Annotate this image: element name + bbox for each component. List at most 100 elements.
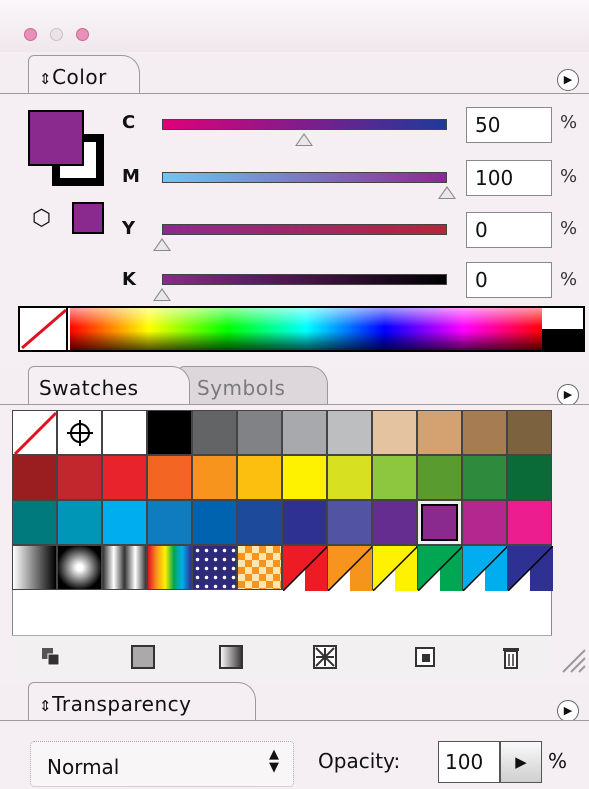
swatch[interactable]	[462, 410, 507, 455]
color-panel-tabrow: ⇕Color ▶	[0, 55, 589, 95]
web-safe-color-swatch[interactable]	[72, 202, 104, 234]
swatch[interactable]	[237, 410, 282, 455]
channel-y-slider[interactable]	[162, 224, 447, 235]
swatch-selected[interactable]	[417, 500, 462, 545]
minimize-button[interactable]	[50, 28, 63, 41]
swatch[interactable]	[12, 500, 57, 545]
transparency-panel-menu-button[interactable]: ▶	[557, 700, 579, 722]
swatch[interactable]	[417, 455, 462, 500]
swatch[interactable]	[147, 500, 192, 545]
cube-icon[interactable]: ⬡	[32, 206, 58, 232]
swatch[interactable]	[237, 500, 282, 545]
swatch[interactable]	[327, 500, 372, 545]
swatch-corner[interactable]	[462, 545, 508, 591]
new-swatch-icon[interactable]	[404, 642, 464, 672]
blend-mode-select[interactable]: Normal ▲ ▼	[30, 741, 294, 787]
channel-c-thumb[interactable]	[295, 133, 313, 146]
channel-c-unit: %	[560, 112, 578, 133]
opacity-slider-popup-button[interactable]: ▶	[500, 741, 542, 783]
swatch[interactable]	[327, 455, 372, 500]
show-pattern-swatches-icon[interactable]	[302, 642, 362, 672]
channel-y-input[interactable]: 0	[466, 212, 552, 248]
black-chip[interactable]	[542, 329, 583, 350]
swatch-gradient-rainbow[interactable]	[147, 545, 192, 590]
palette-window: ⇕Color ▶ ⬡ C 50 % M 100 % Y 0 % K 0 % Sy…	[0, 0, 589, 789]
close-button[interactable]	[24, 28, 37, 41]
swatch-corner[interactable]	[507, 545, 553, 591]
channel-c-label: C	[122, 112, 136, 133]
swatch[interactable]	[507, 455, 552, 500]
channel-k-thumb[interactable]	[153, 288, 171, 301]
swatch[interactable]	[57, 455, 102, 500]
title-bar	[0, 0, 589, 52]
swatch[interactable]	[417, 410, 462, 455]
channel-k-slider[interactable]	[162, 274, 447, 285]
swatch[interactable]	[102, 500, 147, 545]
swatches-bottom-bar	[12, 635, 586, 677]
swatch-pattern-stars[interactable]	[192, 545, 237, 590]
none-slash-icon	[21, 308, 67, 350]
swatch[interactable]	[282, 410, 327, 455]
swatch-none[interactable]	[12, 410, 58, 456]
fill-color-proxy[interactable]	[28, 110, 84, 166]
swatch-corner[interactable]	[417, 545, 463, 591]
swatch-corner[interactable]	[372, 545, 418, 591]
spectrum-gradient[interactable]	[70, 308, 542, 350]
swatch[interactable]	[192, 500, 237, 545]
show-gradient-swatches-icon[interactable]	[208, 642, 268, 672]
tab-swatches[interactable]: Swatches	[28, 366, 190, 404]
swatch[interactable]	[462, 500, 507, 545]
transparency-panel-tabrow: ⇕Transparency ▶	[0, 682, 589, 722]
swatch[interactable]	[282, 500, 327, 545]
opacity-input[interactable]: 100	[438, 741, 500, 783]
swatch[interactable]	[282, 455, 327, 500]
swatch-pattern-diamonds[interactable]	[237, 545, 282, 590]
channel-k-input[interactable]: 0	[466, 262, 552, 298]
none-color-box[interactable]	[20, 308, 68, 350]
swatch[interactable]	[102, 410, 147, 455]
swatch[interactable]	[462, 455, 507, 500]
transparency-panel: Normal ▲ ▼ Opacity: 100 ▶ %	[0, 720, 589, 789]
swatch-corner[interactable]	[282, 545, 328, 591]
swatch[interactable]	[507, 500, 552, 545]
swatch-libraries-icon[interactable]	[32, 642, 92, 672]
swatch-gradient-linear[interactable]	[12, 545, 57, 590]
tab-color[interactable]: ⇕Color	[28, 55, 140, 93]
channel-k-unit: %	[560, 269, 578, 290]
trash-icon[interactable]	[490, 642, 550, 672]
channel-m-thumb[interactable]	[438, 186, 456, 199]
swatch-registration[interactable]	[57, 410, 102, 455]
swatch[interactable]	[12, 455, 57, 500]
swatch[interactable]	[372, 500, 417, 545]
channel-c-slider[interactable]	[162, 119, 447, 130]
channel-m-input[interactable]: 100	[466, 160, 552, 196]
channel-m-slider[interactable]	[162, 172, 447, 183]
swatch-gradient-cylinder[interactable]	[102, 545, 147, 590]
swatch-corner[interactable]	[327, 545, 373, 591]
swatch[interactable]	[57, 500, 102, 545]
swatch[interactable]	[192, 455, 237, 500]
opacity-unit: %	[548, 749, 568, 773]
white-chip[interactable]	[542, 308, 583, 329]
channel-y-thumb[interactable]	[153, 238, 171, 251]
zoom-button[interactable]	[76, 28, 89, 41]
swatch[interactable]	[372, 455, 417, 500]
swatch[interactable]	[102, 455, 147, 500]
channel-k-label: K	[122, 269, 136, 290]
tab-transparency[interactable]: ⇕Transparency	[28, 682, 256, 720]
show-color-swatches-icon[interactable]	[120, 642, 180, 672]
swatch[interactable]	[237, 455, 282, 500]
swatch[interactable]	[507, 410, 552, 455]
swatch[interactable]	[192, 410, 237, 455]
swatch[interactable]	[372, 410, 417, 455]
swatches-panel-menu-button[interactable]: ▶	[557, 384, 579, 406]
swatch-gradient-radial[interactable]	[57, 545, 102, 590]
swatch[interactable]	[147, 455, 192, 500]
color-panel-menu-button[interactable]: ▶	[557, 69, 579, 91]
swatch[interactable]	[147, 410, 192, 455]
tab-symbols[interactable]: Symbols	[178, 366, 328, 404]
swatch[interactable]	[327, 410, 372, 455]
resize-grip-icon[interactable]	[557, 640, 587, 674]
color-spectrum-bar[interactable]	[18, 306, 585, 352]
channel-c-input[interactable]: 50	[466, 107, 552, 143]
